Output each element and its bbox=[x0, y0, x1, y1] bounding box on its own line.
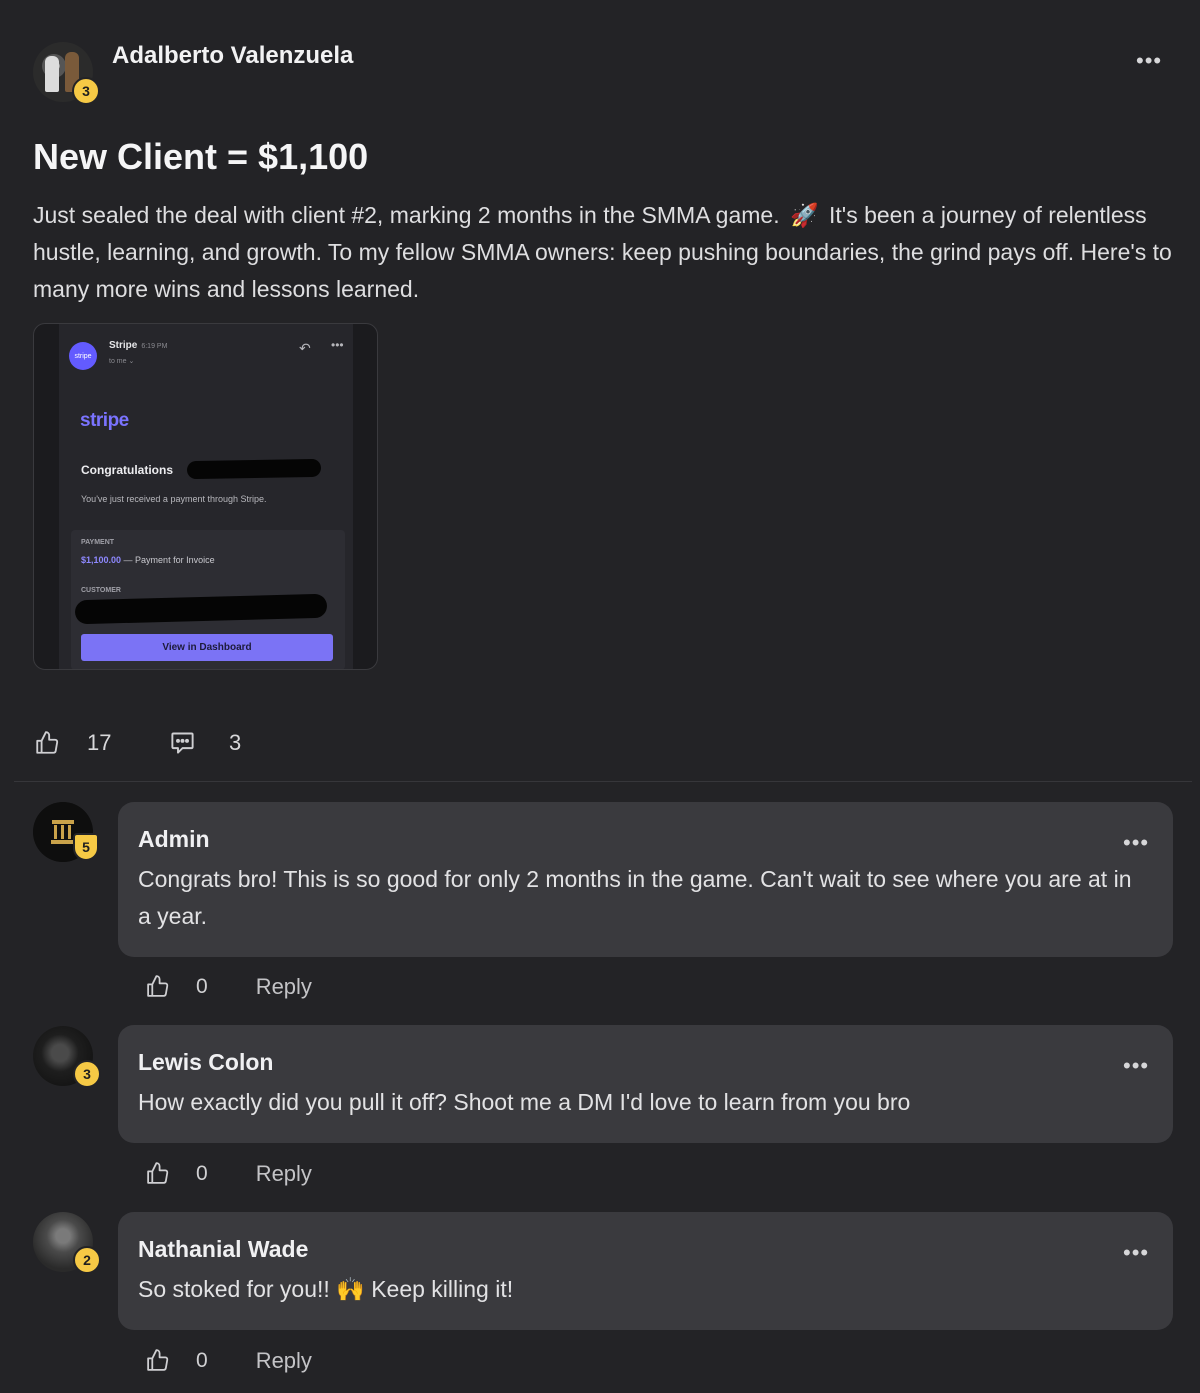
email-reply-icon: ↶ bbox=[299, 340, 311, 356]
comment-more-icon[interactable]: ••• bbox=[1123, 832, 1149, 854]
author-level-badge: 3 bbox=[72, 77, 100, 105]
post-body-text-1: Just sealed the deal with client #2, mar… bbox=[33, 202, 780, 228]
email-recipient: to me ⌄ bbox=[109, 358, 135, 365]
payment-amount-value: $1,100.00 bbox=[81, 555, 122, 565]
stripe-avatar-icon: stripe bbox=[69, 342, 97, 370]
post-attachment-image[interactable]: stripe Stripe 6:19 PM to me ⌄ ↶ ••• strip… bbox=[33, 323, 378, 670]
comment-actions: 0 Reply bbox=[145, 973, 312, 1000]
comment-text: Congrats bro! This is so good for only 2… bbox=[138, 866, 1132, 929]
post-title: New Client = $1,100 bbox=[33, 136, 369, 177]
comment-actions: 0 Reply bbox=[145, 1347, 312, 1374]
comment-author[interactable]: Nathanial Wade bbox=[138, 1236, 308, 1263]
rocket-emoji-icon: 🚀 bbox=[790, 202, 819, 228]
email-time: 6:19 PM bbox=[141, 343, 168, 350]
post-body: Just sealed the deal with client #2, mar… bbox=[33, 197, 1173, 308]
post-comment-count: 3 bbox=[229, 729, 242, 755]
stripe-logo: stripe bbox=[80, 410, 129, 431]
comment-author[interactable]: Admin bbox=[138, 826, 210, 853]
comment-text-part: Keep killing it! bbox=[371, 1276, 514, 1302]
author-name[interactable]: Adalberto Valenzuela bbox=[112, 42, 353, 70]
divider bbox=[14, 781, 1192, 782]
redaction-mark bbox=[186, 458, 322, 480]
stripe-email-screenshot: stripe Stripe 6:19 PM to me ⌄ ↶ ••• strip… bbox=[59, 324, 353, 669]
payment-label: PAYMENT bbox=[81, 539, 115, 546]
comment-bubble-icon bbox=[171, 732, 194, 754]
comment-actions: 0 Reply bbox=[145, 1160, 312, 1187]
email-more-icon: ••• bbox=[331, 338, 344, 352]
comment-bubble: Nathanial Wade ••• So stoked for you!! 🙌… bbox=[118, 1212, 1173, 1330]
raising-hands-emoji-icon: 🙌 bbox=[336, 1276, 365, 1302]
comment-author[interactable]: Lewis Colon bbox=[138, 1049, 273, 1076]
post-comment-button[interactable]: 3 bbox=[169, 729, 241, 756]
comment-like-button[interactable]: 0 bbox=[145, 1160, 208, 1187]
post-like-button[interactable]: 17 bbox=[34, 729, 111, 757]
email-sender-name: Stripe bbox=[109, 340, 138, 351]
comment-text-part: So stoked for you!! bbox=[138, 1276, 330, 1302]
thumbs-up-icon bbox=[147, 1349, 169, 1371]
thumbs-up-icon bbox=[36, 731, 59, 754]
comment-text: So stoked for you!! 🙌 Keep killing it! bbox=[138, 1271, 1148, 1308]
customer-label: CUSTOMER bbox=[81, 587, 121, 594]
email-congrats: Congratulations bbox=[81, 463, 173, 477]
comment-like-count: 0 bbox=[196, 1161, 208, 1185]
payment-description: — Payment for Invoice bbox=[121, 555, 215, 565]
post-like-count: 17 bbox=[87, 730, 112, 755]
reply-button[interactable]: Reply bbox=[256, 974, 312, 1000]
comment-level-badge: 2 bbox=[73, 1246, 101, 1274]
comment-more-icon[interactable]: ••• bbox=[1123, 1055, 1149, 1077]
comment-level-badge: 5 bbox=[73, 833, 99, 861]
comment-like-count: 0 bbox=[196, 1348, 208, 1372]
comment-more-icon[interactable]: ••• bbox=[1123, 1242, 1149, 1264]
email-received-text: You've just received a payment through S… bbox=[81, 494, 267, 504]
reply-button[interactable]: Reply bbox=[256, 1348, 312, 1374]
email-sender: Stripe 6:19 PM bbox=[109, 340, 167, 351]
thumbs-up-icon bbox=[147, 975, 169, 997]
comment-bubble: Admin ••• Congrats bro! This is so good … bbox=[118, 802, 1173, 957]
post-card: 3 Adalberto Valenzuela ••• New Client = … bbox=[0, 0, 1200, 1393]
comment-like-button[interactable]: 0 bbox=[145, 1347, 208, 1374]
comment-like-count: 0 bbox=[196, 974, 208, 998]
payment-amount: $1,100.00 — Payment for Invoice bbox=[81, 555, 215, 565]
reply-button[interactable]: Reply bbox=[256, 1161, 312, 1187]
thumbs-up-icon bbox=[147, 1162, 169, 1184]
comment-like-button[interactable]: 0 bbox=[145, 973, 208, 1000]
post-more-icon[interactable]: ••• bbox=[1136, 50, 1162, 72]
view-dashboard-button: View in Dashboard bbox=[81, 634, 333, 661]
comment-level-badge: 3 bbox=[73, 1060, 101, 1088]
comment-text: How exactly did you pull it off? Shoot m… bbox=[138, 1089, 911, 1115]
comment-bubble: Lewis Colon ••• How exactly did you pull… bbox=[118, 1025, 1173, 1143]
